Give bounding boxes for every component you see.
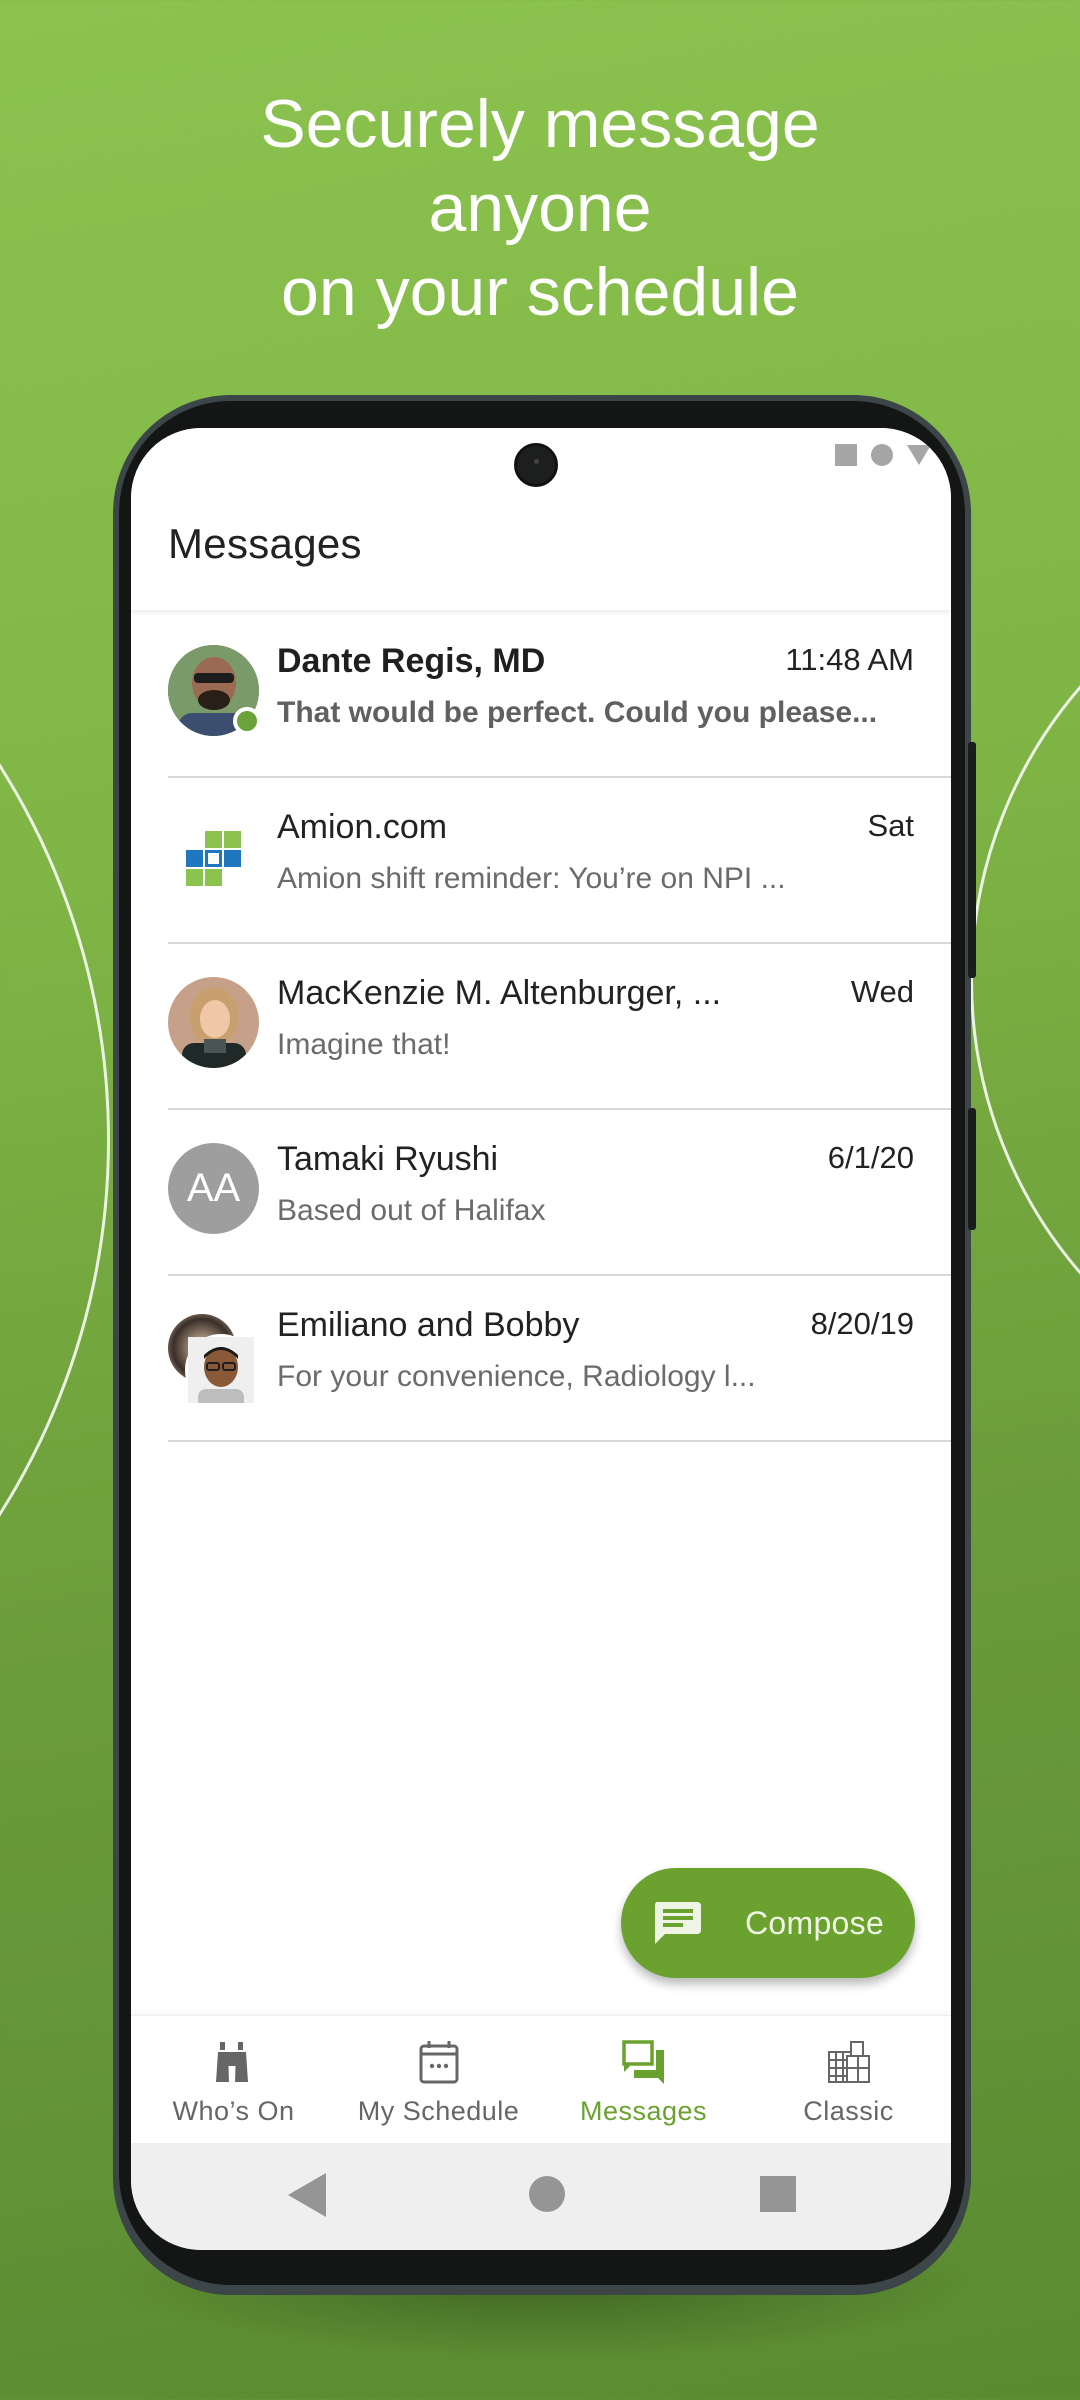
message-icon bbox=[653, 1900, 703, 1946]
conversation-name: MacKenzie M. Altenburger, ... bbox=[277, 974, 722, 1012]
row-divider bbox=[168, 1440, 951, 1442]
nav-tab-messages[interactable]: Messages bbox=[541, 2016, 746, 2143]
conversation-row[interactable]: Amion.com Sat Amion shift reminder: You’… bbox=[131, 778, 951, 944]
headline-line: Securely message bbox=[260, 86, 820, 162]
grid-calendar-icon bbox=[827, 2041, 870, 2083]
group-avatar bbox=[168, 1314, 268, 1414]
nav-tab-my-schedule[interactable]: My Schedule bbox=[336, 2016, 541, 2143]
conversation-time: Sat bbox=[867, 808, 914, 843]
conversation-preview: For your convenience, Radiology l... bbox=[277, 1360, 756, 1393]
conversation-row[interactable]: Emiliano and Bobby 8/20/19 For your conv… bbox=[131, 1276, 951, 1442]
status-triangle-icon bbox=[907, 445, 931, 465]
conversation-name: Tamaki Ryushi bbox=[277, 1140, 499, 1178]
page-title: Messages bbox=[168, 520, 362, 567]
conversation-time: 8/20/19 bbox=[810, 1306, 914, 1341]
app-header: Messages bbox=[131, 428, 951, 610]
conversation-time: 11:48 AM bbox=[785, 642, 914, 677]
home-icon[interactable] bbox=[529, 2176, 565, 2212]
nav-label: Messages bbox=[579, 2096, 708, 2126]
recent-apps-icon[interactable] bbox=[760, 2176, 796, 2212]
phone-volume-button bbox=[968, 742, 976, 978]
amion-logo-icon bbox=[184, 831, 244, 891]
phone-power-button bbox=[968, 1108, 976, 1230]
chat-icon bbox=[621, 2040, 664, 2084]
phone-screen: Messages Dante Regis, MD 11:48 AM That w… bbox=[131, 428, 951, 2250]
bottom-navigation: Who’s On My Schedule Messages Classic bbox=[131, 2015, 951, 2143]
binoculars-icon bbox=[215, 2042, 248, 2082]
nav-label: My Schedule bbox=[357, 2096, 520, 2126]
nav-label: Who’s On bbox=[172, 2096, 295, 2126]
conversation-preview: Imagine that! bbox=[277, 1028, 451, 1061]
system-navigation-bar bbox=[131, 2143, 951, 2250]
compose-button[interactable]: Compose bbox=[621, 1868, 915, 1978]
calendar-icon bbox=[419, 2041, 458, 2084]
headline-line: anyone bbox=[428, 170, 652, 246]
conversation-preview: Amion shift reminder: You’re on NPI ... bbox=[277, 862, 786, 895]
conversation-preview: That would be perfect. Could you please.… bbox=[277, 696, 878, 729]
decorative-arc bbox=[970, 530, 1080, 1430]
conversation-preview: Based out of Halifax bbox=[277, 1194, 546, 1227]
avatar bbox=[168, 977, 259, 1068]
conversation-time: Wed bbox=[850, 974, 914, 1009]
conversation-row[interactable]: MacKenzie M. Altenburger, ... Wed Imagin… bbox=[131, 944, 951, 1110]
back-icon[interactable] bbox=[288, 2173, 326, 2217]
online-status-indicator bbox=[233, 707, 261, 735]
nav-tab-classic[interactable]: Classic bbox=[746, 2016, 951, 2143]
avatar-initials: AA bbox=[168, 1143, 259, 1234]
decorative-arc bbox=[0, 440, 110, 1840]
status-bar bbox=[835, 444, 931, 466]
conversation-name: Emiliano and Bobby bbox=[277, 1306, 580, 1344]
avatar bbox=[185, 1334, 257, 1409]
status-square-icon bbox=[835, 444, 857, 466]
front-camera bbox=[514, 443, 558, 487]
conversation-time: 6/1/20 bbox=[827, 1140, 914, 1175]
promo-headline: Securely message anyone on your schedule bbox=[0, 82, 1080, 334]
conversation-list: Dante Regis, MD 11:48 AM That would be p… bbox=[131, 612, 951, 1442]
conversation-name: Amion.com bbox=[277, 808, 448, 846]
status-circle-icon bbox=[871, 444, 893, 466]
conversation-name: Dante Regis, MD bbox=[277, 642, 546, 680]
conversation-row[interactable]: Dante Regis, MD 11:48 AM That would be p… bbox=[131, 612, 951, 778]
nav-label: Classic bbox=[803, 2096, 894, 2126]
nav-tab-whos-on[interactable]: Who’s On bbox=[131, 2016, 336, 2143]
headline-line: on your schedule bbox=[281, 254, 799, 330]
conversation-row[interactable]: AA Tamaki Ryushi 6/1/20 Based out of Hal… bbox=[131, 1110, 951, 1276]
compose-label: Compose bbox=[745, 1904, 885, 1941]
